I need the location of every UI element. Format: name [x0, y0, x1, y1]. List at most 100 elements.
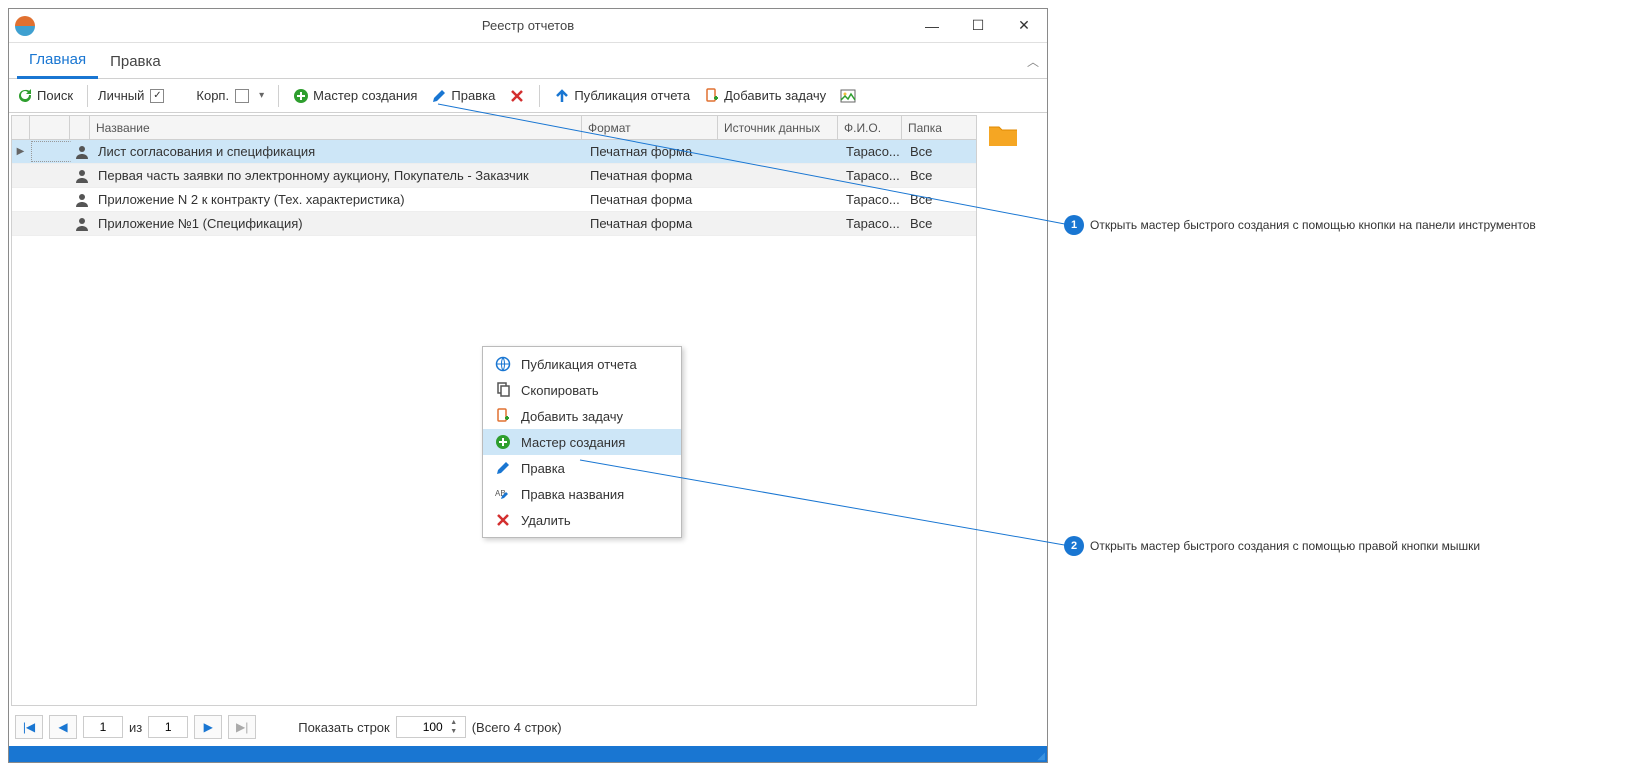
cell-folder: Все: [904, 140, 976, 163]
menu-rename[interactable]: AB Правка названия: [483, 481, 681, 507]
edit-label: Правка: [451, 88, 495, 103]
column-header-source[interactable]: Источник данных: [718, 116, 838, 139]
menu-copy[interactable]: Скопировать: [483, 377, 681, 403]
pager-of-label: из: [129, 720, 142, 735]
column-header-fio[interactable]: Ф.И.О.: [838, 116, 902, 139]
folder-icon[interactable]: [987, 137, 1019, 152]
plus-circle-icon: [495, 434, 511, 450]
app-icon: [15, 16, 35, 36]
row-indicator: [12, 212, 30, 235]
maximize-button[interactable]: ☐: [955, 9, 1001, 43]
corp-label: Корп.: [196, 88, 229, 103]
collapse-ribbon-button[interactable]: ︿: [1027, 53, 1039, 70]
spin-down-icon[interactable]: ▼: [447, 727, 461, 736]
menu-edit[interactable]: Правка: [483, 455, 681, 481]
arrow-up-icon: [554, 88, 570, 104]
corp-checkbox[interactable]: [235, 89, 249, 103]
menu-add-task[interactable]: Добавить задачу: [483, 403, 681, 429]
pager-prev-button[interactable]: ◀: [49, 715, 77, 739]
search-button[interactable]: Поиск: [13, 86, 77, 106]
edit-button[interactable]: Правка: [427, 86, 499, 106]
copy-icon: [495, 382, 511, 398]
spin-up-icon[interactable]: ▲: [447, 718, 461, 727]
pager-rows-value[interactable]: [397, 719, 447, 735]
refresh-icon: [17, 88, 33, 104]
cell-fio: Тарасо...: [840, 140, 904, 163]
grid-body: ▶ Лист согласования и спецификация Печат…: [12, 140, 976, 236]
rename-icon: AB: [495, 486, 511, 502]
tab-edit[interactable]: Правка: [98, 47, 173, 78]
row-selector[interactable]: [31, 141, 71, 162]
cell-format: Печатная форма: [584, 140, 720, 163]
table-row[interactable]: Первая часть заявки по электронному аукц…: [12, 164, 976, 188]
callout-text: Открыть мастер быстрого создания с помощ…: [1090, 218, 1536, 232]
toolbar-separator: [278, 85, 279, 107]
cell-source: [720, 164, 840, 187]
cell-fio: Тарасо...: [840, 188, 904, 211]
table-row[interactable]: ▶ Лист согласования и спецификация Печат…: [12, 140, 976, 164]
cell-folder: Все: [904, 164, 976, 187]
row-selector[interactable]: [31, 165, 71, 186]
row-selector[interactable]: [31, 189, 71, 210]
menu-publish-report[interactable]: Публикация отчета: [483, 351, 681, 377]
toolbar-separator: [539, 85, 540, 107]
publish-label: Публикация отчета: [574, 88, 690, 103]
menu-rename-label: Правка названия: [521, 487, 624, 502]
cell-format: Печатная форма: [584, 188, 720, 211]
pencil-icon: [495, 460, 511, 476]
plus-circle-icon: [293, 88, 309, 104]
cell-fio: Тарасо...: [840, 164, 904, 187]
context-menu: Публикация отчета Скопировать Добавить з…: [482, 346, 682, 538]
callout-text: Открыть мастер быстрого создания с помощ…: [1090, 539, 1480, 553]
window-controls: — ☐ ✕: [909, 9, 1047, 43]
callout-1: 1 Открыть мастер быстрого создания с пом…: [1064, 215, 1536, 235]
pencil-icon: [431, 88, 447, 104]
selector-column-header: [30, 116, 70, 139]
table-row[interactable]: Приложение №1 (Спецификация) Печатная фо…: [12, 212, 976, 236]
column-header-folder[interactable]: Папка: [902, 116, 976, 139]
personal-label: Личный: [98, 88, 144, 103]
menu-publish-label: Публикация отчета: [521, 357, 637, 372]
row-indicator: [12, 164, 30, 187]
pager-first-button[interactable]: |◀: [15, 715, 43, 739]
add-task-button[interactable]: Добавить задачу: [700, 86, 830, 106]
delete-button[interactable]: [505, 86, 529, 106]
image-button[interactable]: [836, 86, 860, 106]
tab-main[interactable]: Главная: [17, 45, 98, 79]
personal-checkbox[interactable]: ✓: [150, 89, 164, 103]
close-button[interactable]: ✕: [1001, 9, 1047, 43]
master-create-label: Мастер создания: [313, 88, 417, 103]
chevron-down-icon[interactable]: ▾: [255, 90, 268, 101]
cell-source: [720, 212, 840, 235]
pager-last-button[interactable]: ▶|: [228, 715, 256, 739]
person-icon: [72, 188, 92, 211]
menu-edit-label: Правка: [521, 461, 565, 476]
resize-grip-icon[interactable]: ◢: [1037, 753, 1045, 761]
table-row[interactable]: Приложение N 2 к контракту (Тех. характе…: [12, 188, 976, 212]
menu-copy-label: Скопировать: [521, 383, 599, 398]
menu-delete[interactable]: Удалить: [483, 507, 681, 533]
clipboard-plus-icon: [704, 88, 720, 104]
pager-next-button[interactable]: ▶: [194, 715, 222, 739]
side-panel: [979, 113, 1047, 708]
minimize-button[interactable]: —: [909, 9, 955, 43]
menu-add-task-label: Добавить задачу: [521, 409, 623, 424]
row-selector[interactable]: [31, 213, 71, 234]
titlebar: Реестр отчетов — ☐ ✕: [9, 9, 1047, 43]
cell-source: [720, 188, 840, 211]
column-header-format[interactable]: Формат: [582, 116, 718, 139]
master-create-button[interactable]: Мастер создания: [289, 86, 421, 106]
data-grid: Название Формат Источник данных Ф.И.О. П…: [11, 115, 977, 706]
cell-fio: Тарасо...: [840, 212, 904, 235]
publish-report-button[interactable]: Публикация отчета: [550, 86, 694, 106]
search-label: Поиск: [37, 88, 73, 103]
menu-master-create[interactable]: Мастер создания: [483, 429, 681, 455]
pager-rows-label: Показать строк: [298, 720, 389, 735]
column-header-name[interactable]: Название: [90, 116, 582, 139]
pager-rows-spinner[interactable]: ▲▼: [396, 716, 466, 738]
image-icon: [840, 88, 856, 104]
pager-page-input[interactable]: [83, 716, 123, 738]
indicator-column-header: [12, 116, 30, 139]
callout-number: 1: [1064, 215, 1084, 235]
cell-name: Лист согласования и спецификация: [92, 140, 584, 163]
